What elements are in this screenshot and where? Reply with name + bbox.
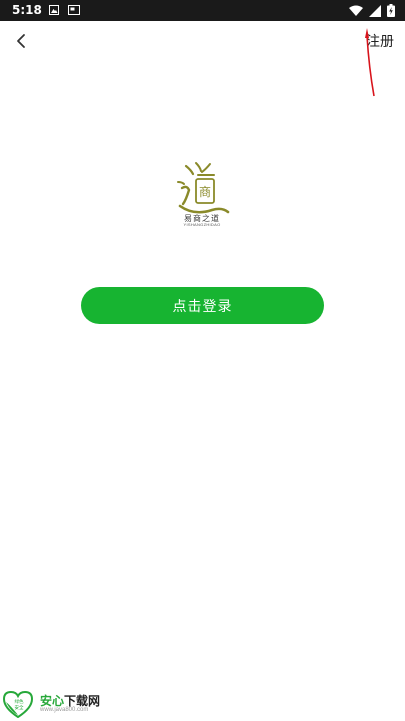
logo-subcaption: YISHANGZHIDAO xyxy=(183,222,221,227)
watermark-url: www.java800.com xyxy=(40,707,89,713)
battery-charging-icon xyxy=(387,4,395,17)
signal-icon xyxy=(369,4,381,17)
badge-line2: 安全 xyxy=(15,704,24,711)
chevron-left-icon xyxy=(17,34,25,48)
watermark: 绿色 安全 安心下载网 www.java800.com xyxy=(2,690,112,718)
cast-notification-icon xyxy=(68,5,80,15)
login-button[interactable]: 点击登录 xyxy=(81,287,324,324)
wifi-icon xyxy=(349,5,363,16)
logo-seal-char: 商 xyxy=(199,184,211,199)
annotation-arrow-icon xyxy=(365,28,375,97)
nav-bar: 注册 xyxy=(0,21,405,61)
status-time: 5:18 xyxy=(12,3,42,17)
watermark-name-part2: 下载网 xyxy=(64,694,101,708)
heart-shield-icon: 绿色 安全 xyxy=(2,690,34,718)
status-icons xyxy=(349,4,395,17)
badge-line1: 绿色 xyxy=(15,698,24,705)
back-button[interactable] xyxy=(8,27,34,55)
status-bar: 5:18 xyxy=(0,0,405,21)
gallery-notification-icon xyxy=(49,5,59,15)
watermark-name-part1: 安心 xyxy=(40,694,65,708)
